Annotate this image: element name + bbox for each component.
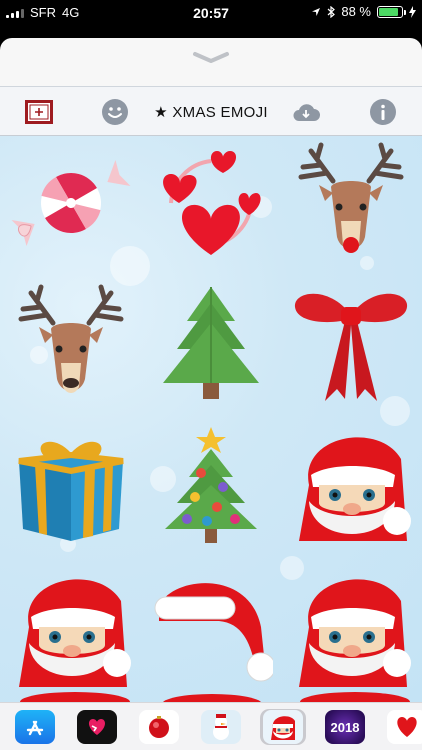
collapse-chevron-icon[interactable] — [0, 50, 422, 70]
sticker-santa-face[interactable] — [286, 422, 416, 552]
app-store-icon[interactable] — [12, 709, 58, 745]
xmas-emoji-app-icon[interactable] — [260, 709, 306, 745]
cloud-download-icon[interactable] — [291, 97, 321, 127]
sticker-reindeer[interactable] — [6, 280, 136, 410]
charging-icon — [409, 5, 416, 18]
new-year-2018-icon[interactable]: 2018 — [322, 709, 368, 745]
sticker-partial — [162, 694, 262, 702]
page-title: ★ XMAS EMOJI — [154, 104, 268, 121]
sticker-candy[interactable] — [6, 138, 136, 268]
heart-app-icon[interactable] — [384, 709, 422, 745]
snowman-icon[interactable] — [198, 709, 244, 745]
digital-touch-icon[interactable] — [74, 709, 120, 745]
sticker-christmas-tree[interactable] — [146, 422, 276, 552]
sticker-red-bow[interactable] — [286, 280, 416, 410]
status-bar: SFR 4G 20:57 88 % — [0, 0, 422, 26]
sticker-santa-hat[interactable] — [146, 564, 276, 694]
sticker-santa-face[interactable] — [6, 564, 136, 694]
sticker-santa-face[interactable] — [286, 564, 416, 694]
sticker-gift-box[interactable] — [6, 422, 136, 552]
add-sticker-frame-icon[interactable] — [24, 97, 54, 127]
bluetooth-icon — [327, 5, 336, 18]
app-drawer: 2018 — [0, 702, 422, 750]
toolbar: ★ XMAS EMOJI — [0, 86, 422, 136]
location-icon — [312, 7, 321, 16]
year-label: 2018 — [330, 719, 360, 735]
battery-icon — [377, 5, 406, 18]
sticker-fir-tree[interactable] — [146, 280, 276, 410]
sticker-grid — [0, 136, 422, 702]
red-ornament-icon[interactable] — [136, 709, 182, 745]
sticker-hearts[interactable] — [146, 138, 276, 268]
battery-percent: 88 % — [341, 4, 371, 19]
info-icon[interactable] — [368, 97, 398, 127]
sticker-reindeer-red-nose[interactable] — [286, 138, 416, 268]
imessage-app-sheet: ★ XMAS EMOJI 2018 — [0, 38, 422, 750]
